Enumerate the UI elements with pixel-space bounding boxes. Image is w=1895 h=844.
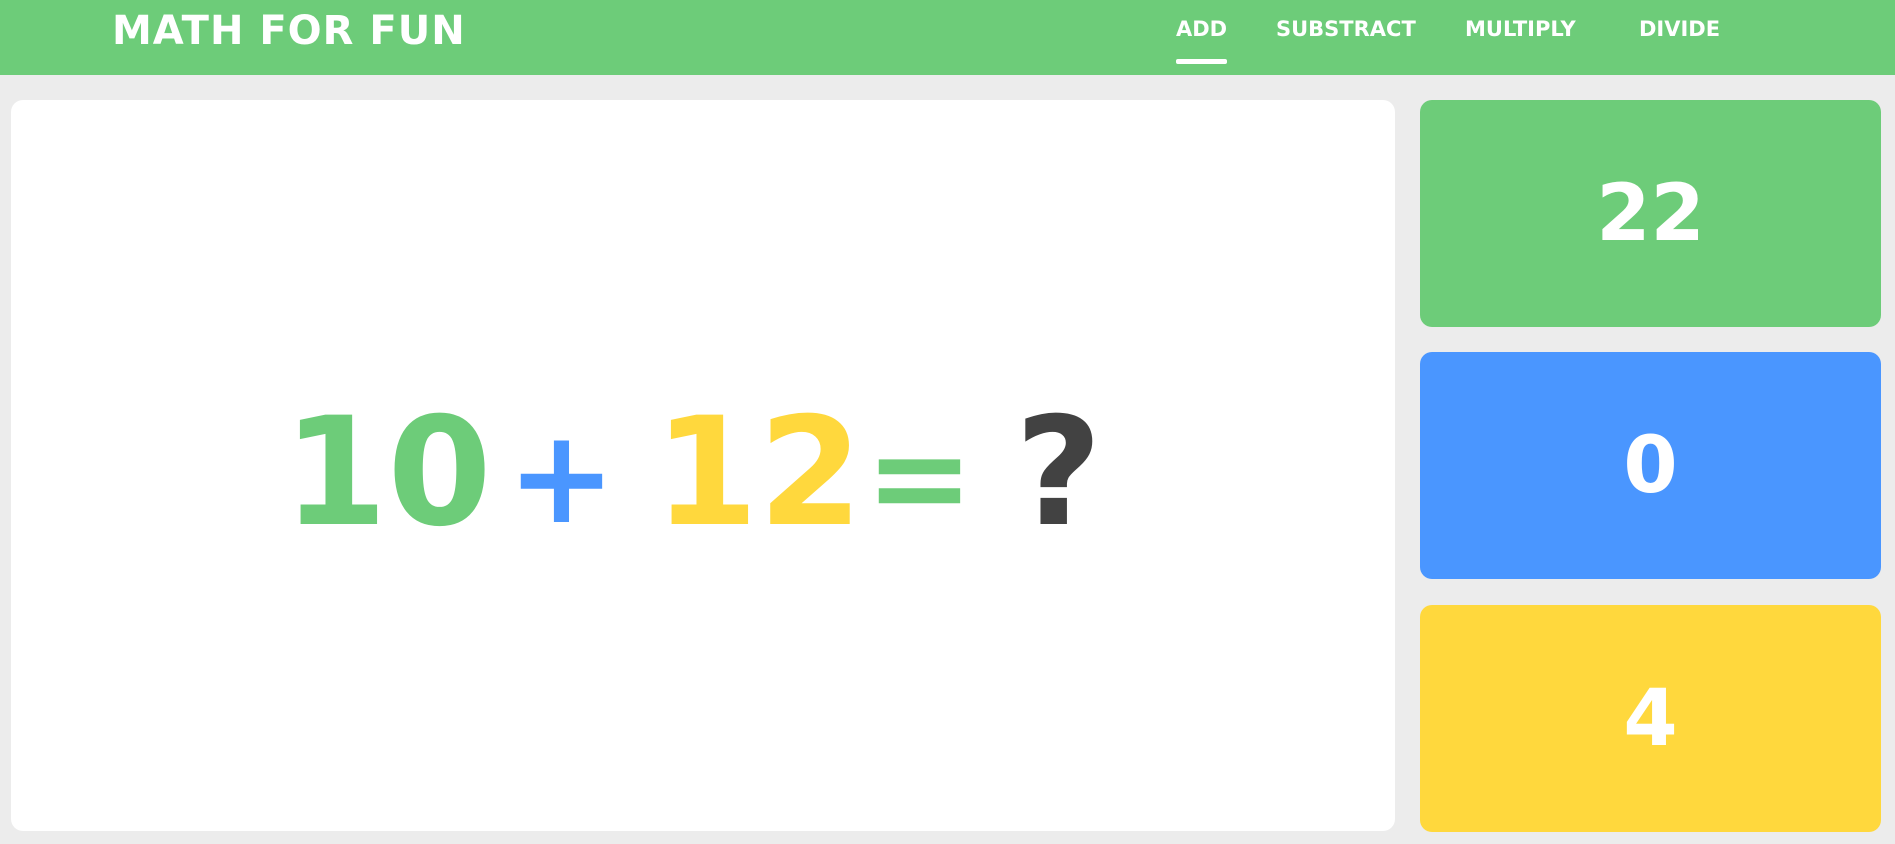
nav-tab-add-label: ADD (1176, 17, 1228, 41)
answer-option-1-value: 22 (1596, 168, 1705, 259)
nav-tab-multiply-label: MULTIPLY (1465, 17, 1576, 41)
active-tab-indicator (1176, 59, 1228, 64)
answer-option-2-value: 0 (1623, 420, 1678, 511)
answer-option-3[interactable]: 4 (1420, 605, 1881, 832)
nav-tab-divide[interactable]: DIVIDE (1639, 14, 1720, 44)
question-card: 10 + 12 = ? (11, 100, 1395, 831)
nav-tab-divide-label: DIVIDE (1639, 17, 1721, 41)
operator-plus: + (507, 401, 616, 553)
app-logo-title[interactable]: MATH FOR FUN (112, 6, 466, 56)
operand-a: 10 (283, 386, 492, 560)
operand-b: 12 (654, 386, 863, 560)
answer-option-1[interactable]: 22 (1420, 100, 1881, 327)
answer-option-2[interactable]: 0 (1420, 352, 1881, 579)
nav-tab-substract[interactable]: SUBSTRACT (1276, 14, 1416, 44)
top-navigation-bar: MATH FOR FUN ADD SUBSTRACT MULTIPLY DIVI… (0, 0, 1895, 75)
nav-tab-substract-label: SUBSTRACT (1276, 17, 1416, 41)
equals-sign: = (865, 401, 974, 553)
nav-tab-add[interactable]: ADD (1176, 14, 1228, 64)
unknown-question-mark: ? (1015, 386, 1103, 560)
equation: 10 + 12 = ? (11, 100, 1395, 831)
answer-option-3-value: 4 (1623, 673, 1678, 764)
nav-tab-multiply[interactable]: MULTIPLY (1465, 14, 1576, 44)
